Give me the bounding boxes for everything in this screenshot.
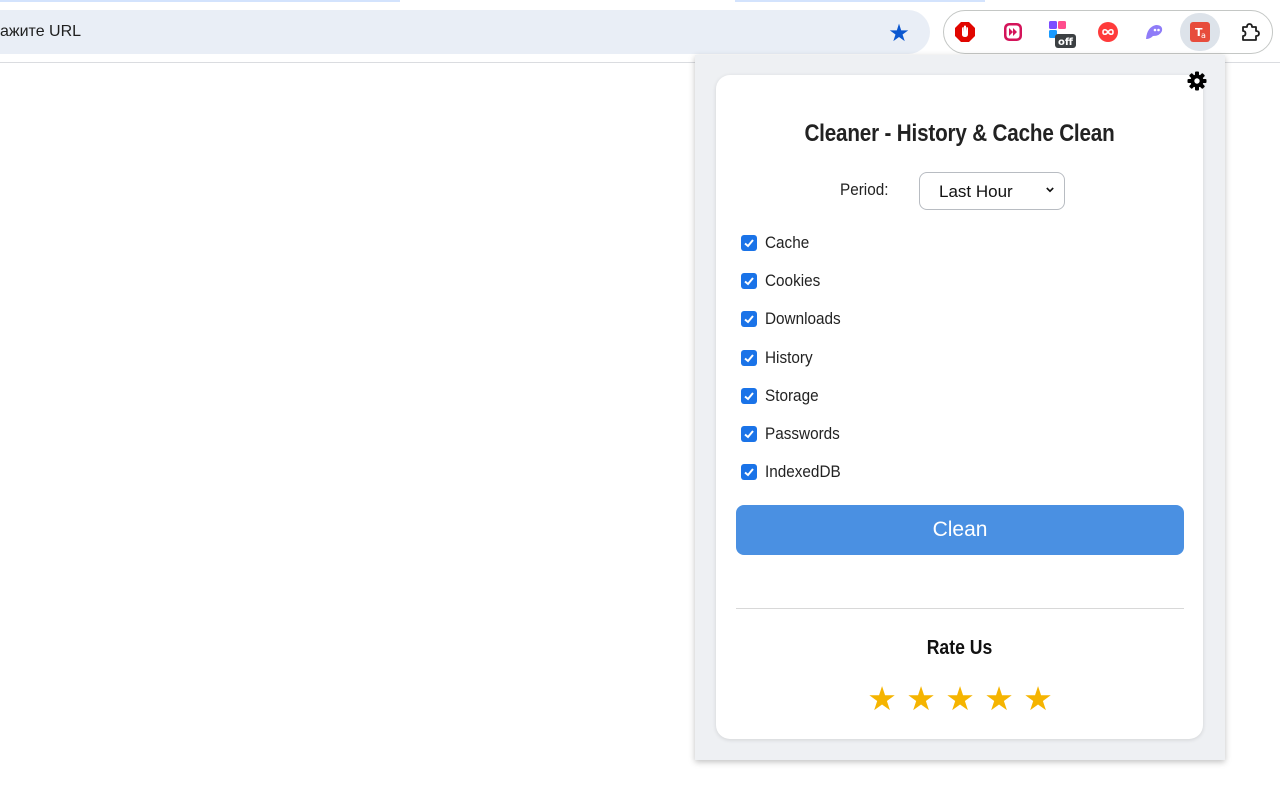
svg-text:a: a: [1201, 31, 1206, 40]
infinity-icon[interactable]: [1097, 21, 1119, 43]
divider: [736, 608, 1184, 609]
clean-button[interactable]: Clean: [736, 505, 1184, 555]
gear-icon[interactable]: [1186, 70, 1208, 92]
option-label: IndexedDB: [765, 462, 841, 481]
downloads-checkbox[interactable]: [741, 311, 757, 327]
rating-stars: ★ ★ ★ ★ ★: [866, 681, 1056, 717]
chevron-down-icon: [1046, 187, 1054, 193]
period-label: Period:: [840, 180, 889, 199]
option-label: Cookies: [765, 271, 821, 290]
bookmark-star-icon[interactable]: ★: [886, 21, 912, 47]
option-label: History: [765, 348, 813, 367]
period-selected-value: Last Hour: [939, 182, 1013, 201]
tab-manager-icon[interactable]: off: [1048, 19, 1076, 49]
star-icon[interactable]: ★: [1022, 681, 1054, 717]
star-icon[interactable]: ★: [983, 681, 1015, 717]
option-label: Downloads: [765, 309, 841, 328]
tab-indicator: [0, 0, 400, 2]
omnibox[interactable]: [0, 10, 930, 54]
svg-text:off: off: [1058, 37, 1074, 48]
history-checkbox[interactable]: [741, 350, 757, 366]
cache-checkbox[interactable]: [741, 235, 757, 251]
indexeddb-checkbox[interactable]: [741, 464, 757, 480]
storage-checkbox[interactable]: [741, 388, 757, 404]
star-icon[interactable]: ★: [866, 681, 898, 717]
option-label: Storage: [765, 386, 819, 405]
star-icon[interactable]: ★: [905, 681, 937, 717]
tab-indicator: [735, 0, 985, 2]
star-icon[interactable]: ★: [944, 681, 976, 717]
translator-icon[interactable]: T a: [1189, 21, 1211, 43]
popup-title: Cleaner - History & Cache Clean: [804, 120, 1115, 147]
ghost-icon[interactable]: [1143, 21, 1165, 43]
adblock-icon[interactable]: [954, 21, 976, 43]
cookies-checkbox[interactable]: [741, 273, 757, 289]
option-label: Cache: [765, 233, 810, 252]
address-input[interactable]: [0, 10, 860, 54]
option-label: Passwords: [765, 424, 840, 443]
period-select[interactable]: Last Hour: [919, 172, 1065, 210]
passwords-checkbox[interactable]: [741, 426, 757, 442]
rate-us-heading: Rate Us: [926, 637, 993, 659]
video-speed-icon[interactable]: [1002, 21, 1024, 43]
extensions-puzzle-icon[interactable]: [1239, 21, 1261, 43]
browser-toolbar: ★ off: [0, 0, 1280, 63]
